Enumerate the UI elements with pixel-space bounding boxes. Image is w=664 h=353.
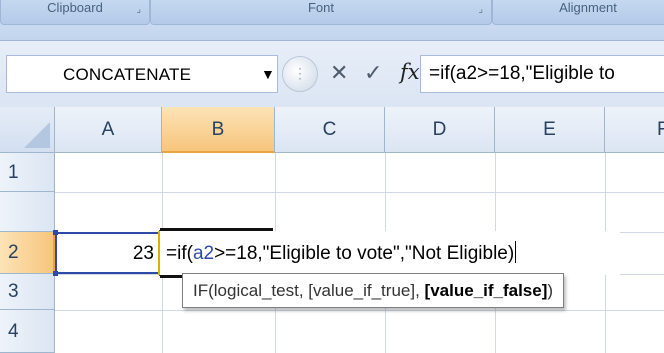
row-header-1[interactable]: 1	[0, 153, 55, 192]
editor-suffix: >=18,"Eligible to vote","Not Eligible)	[214, 243, 515, 264]
cell-a2[interactable]: 23	[53, 230, 164, 276]
dialog-launcher-icon[interactable]: ⌟	[478, 2, 483, 18]
ribbon: Clipboard ⌟ Font ⌟ Alignment	[0, 0, 664, 40]
column-header-c[interactable]: C	[275, 107, 385, 153]
row-header-3[interactable]: 3	[0, 274, 55, 310]
editor-cell-reference: a2	[192, 243, 215, 264]
name-box[interactable]: CONCATENATE ▼	[6, 55, 278, 93]
ribbon-group-alignment[interactable]: Alignment	[492, 0, 664, 25]
formula-bar-handle-icon[interactable]: ⋮	[282, 56, 318, 92]
column-header-d[interactable]: D	[385, 107, 495, 153]
column-header-f[interactable]: F	[605, 107, 664, 153]
row-header-2[interactable]: 2	[0, 232, 55, 274]
active-cell-border	[158, 231, 160, 275]
dialog-launcher-icon[interactable]: ⌟	[136, 2, 141, 18]
formula-input[interactable]: =if(a2>=18,"Eligible to	[420, 55, 664, 93]
insert-function-icon[interactable]: fx	[400, 60, 420, 84]
worksheet-grid: A B C D E F 1 2 3 4 23 =if(a2>=18,"Eligi…	[0, 107, 664, 353]
formula-bar: CONCATENATE ▼ ⋮ ✕ ✓ fx =if(a2>=18,"Eligi…	[0, 40, 664, 108]
column-header-a[interactable]: A	[55, 107, 162, 153]
ribbon-group-label: Alignment	[559, 0, 617, 15]
ribbon-group-label: Font	[307, 0, 334, 15]
formula-buttons: ⋮ ✕ ✓ fx	[282, 54, 432, 94]
ribbon-group-clipboard[interactable]: Clipboard ⌟	[0, 0, 150, 25]
name-box-dropdown-icon[interactable]: ▼	[261, 66, 275, 82]
name-box-value: CONCATENATE	[63, 65, 192, 84]
range-handle[interactable]	[53, 271, 58, 276]
gridline	[55, 192, 664, 193]
ribbon-group-label: Clipboard	[47, 0, 103, 15]
tooltip-arg-value-if-false[interactable]: [value_if_false]	[425, 281, 548, 300]
row-header-1-filler	[0, 192, 55, 232]
ribbon-group-font[interactable]: Font ⌟	[150, 0, 492, 25]
enter-icon[interactable]: ✓	[364, 60, 382, 86]
select-all-button[interactable]	[0, 107, 55, 153]
formula-text: =if(a2>=18,"Eligible to	[429, 63, 615, 84]
cell-value: 23	[132, 243, 154, 264]
editor-prefix: =if(	[166, 243, 193, 264]
tooltip-function[interactable]: IF(	[193, 281, 214, 300]
function-syntax-tooltip[interactable]: IF(logical_test, [value_if_true], [value…	[182, 273, 565, 308]
column-header-e[interactable]: E	[495, 107, 605, 153]
text-caret	[515, 241, 517, 263]
row-header-4[interactable]: 4	[0, 310, 55, 353]
tooltip-arg-value-if-true[interactable]: [value_if_true],	[308, 281, 424, 300]
tooltip-arg-logical-test[interactable]: logical_test,	[214, 281, 309, 300]
cell-editor-b2[interactable]: =if(a2>=18,"Eligible to vote","Not Eligi…	[158, 228, 620, 278]
cancel-icon[interactable]: ✕	[330, 60, 348, 86]
tooltip-close: )	[547, 281, 554, 300]
column-header-b[interactable]: B	[162, 107, 275, 153]
gridline	[55, 310, 664, 311]
active-cell-border	[160, 228, 273, 231]
cell-editor-text: =if(a2>=18,"Eligible to vote","Not Eligi…	[166, 241, 517, 265]
range-handle[interactable]	[53, 230, 58, 235]
